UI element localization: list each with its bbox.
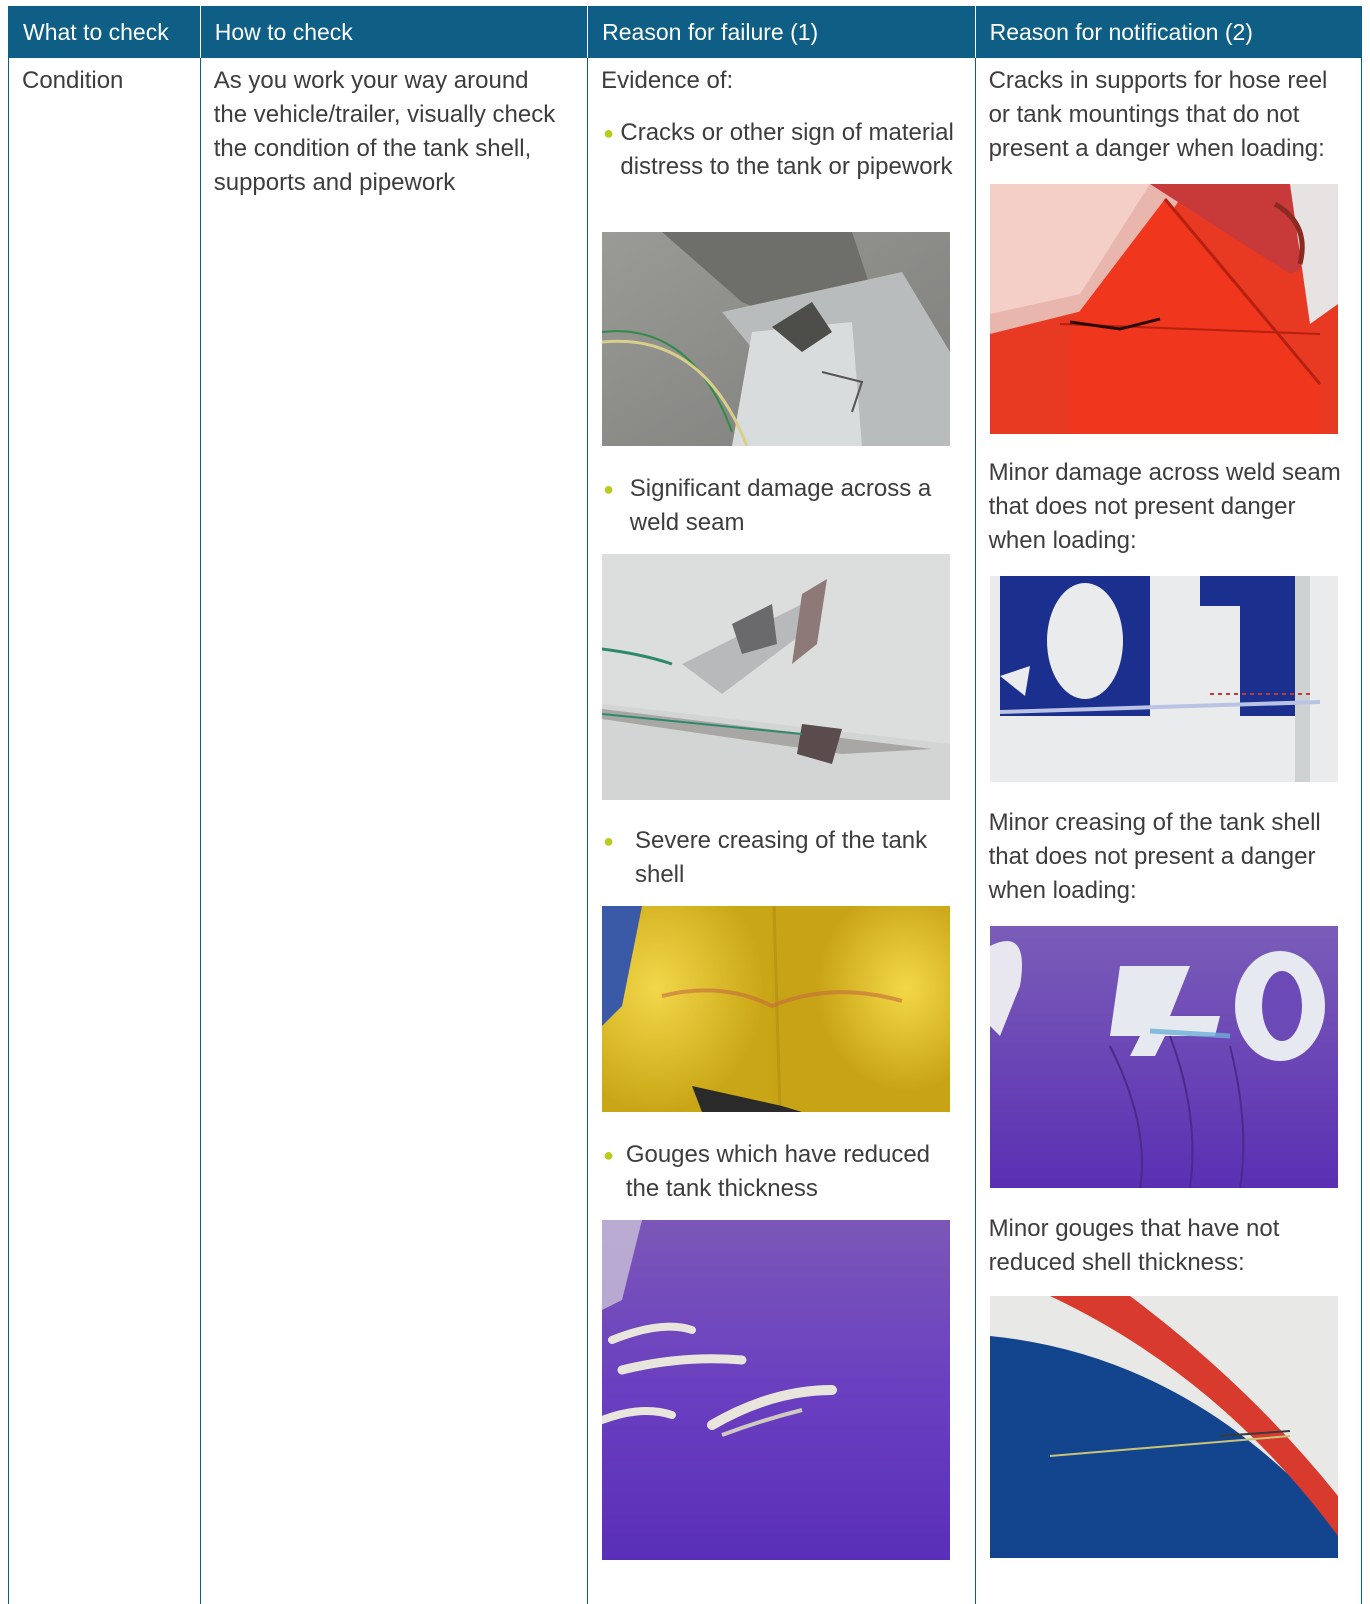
failure-item-4: ● Gouges which have reduced the tank thi… [601,1138,961,1206]
header-what-to-check: What to check [9,6,201,58]
minor-gouges-photo [989,1296,1338,1558]
cracked-pipework-photo [602,232,951,446]
minor-weld-damage-photo [989,576,1338,782]
failure-item-text: Gouges which have reduced the tank thick… [625,1141,931,1202]
notification-item-3-text: Minor creasing of the tank shell that do… [988,809,1321,904]
how-to-check-cell: As you work your way around the vehicle/… [201,58,589,1604]
how-to-check-text: As you work your way around the vehicle/… [213,67,556,196]
inspection-table: What to check How to check Reason for fa… [8,6,1362,1604]
what-to-check-cell: Condition [9,58,201,1604]
weld-seam-damage-photo [602,554,951,800]
header-reason-for-notification: Reason for notification (2) [989,18,1253,45]
reason-for-notification-cell: Cracks in supports for hose reel or tank… [976,58,1361,1604]
notification-item-1-text: Cracks in supports for hose reel or tank… [988,67,1328,162]
minor-crease-photo [989,926,1338,1188]
table-header: What to check How to check Reason for fa… [9,6,1361,58]
failure-item-text: Cracks or other sign of material distres… [620,119,954,180]
reason-for-failure-cell: Evidence of: ● Cracks or other sign of m… [588,58,976,1604]
notification-item-2-text: Minor damage across weld seam that does … [988,459,1341,554]
failure-item-2: ● Significant damage across a weld seam [601,472,961,540]
failure-item-3: ● Severe creasing of the tank shell [601,824,961,892]
condition-label: Condition [22,67,124,94]
tank-shell-crease-photo [602,906,951,1112]
table-row: Condition As you work your way around th… [9,58,1361,1604]
evidence-intro: Evidence of: [601,67,734,94]
failure-item-1: ● Cracks or other sign of material distr… [601,116,961,184]
failure-item-text: Severe creasing of the tank shell [634,827,928,888]
bullet-icon: ● [603,479,615,499]
header-reason-for-failure: Reason for failure (1) [588,6,976,58]
bullet-icon: ● [603,123,615,143]
deep-gouges-photo [602,1220,951,1560]
bullet-icon: ● [603,831,615,851]
notification-item-4-text: Minor gouges that have not reduced shell… [988,1215,1280,1276]
header-how-to-check: How to check [201,6,589,58]
bullet-icon: ● [603,1145,615,1165]
failure-item-text: Significant damage across a weld seam [629,475,932,536]
cracked-support-photo [989,184,1338,434]
